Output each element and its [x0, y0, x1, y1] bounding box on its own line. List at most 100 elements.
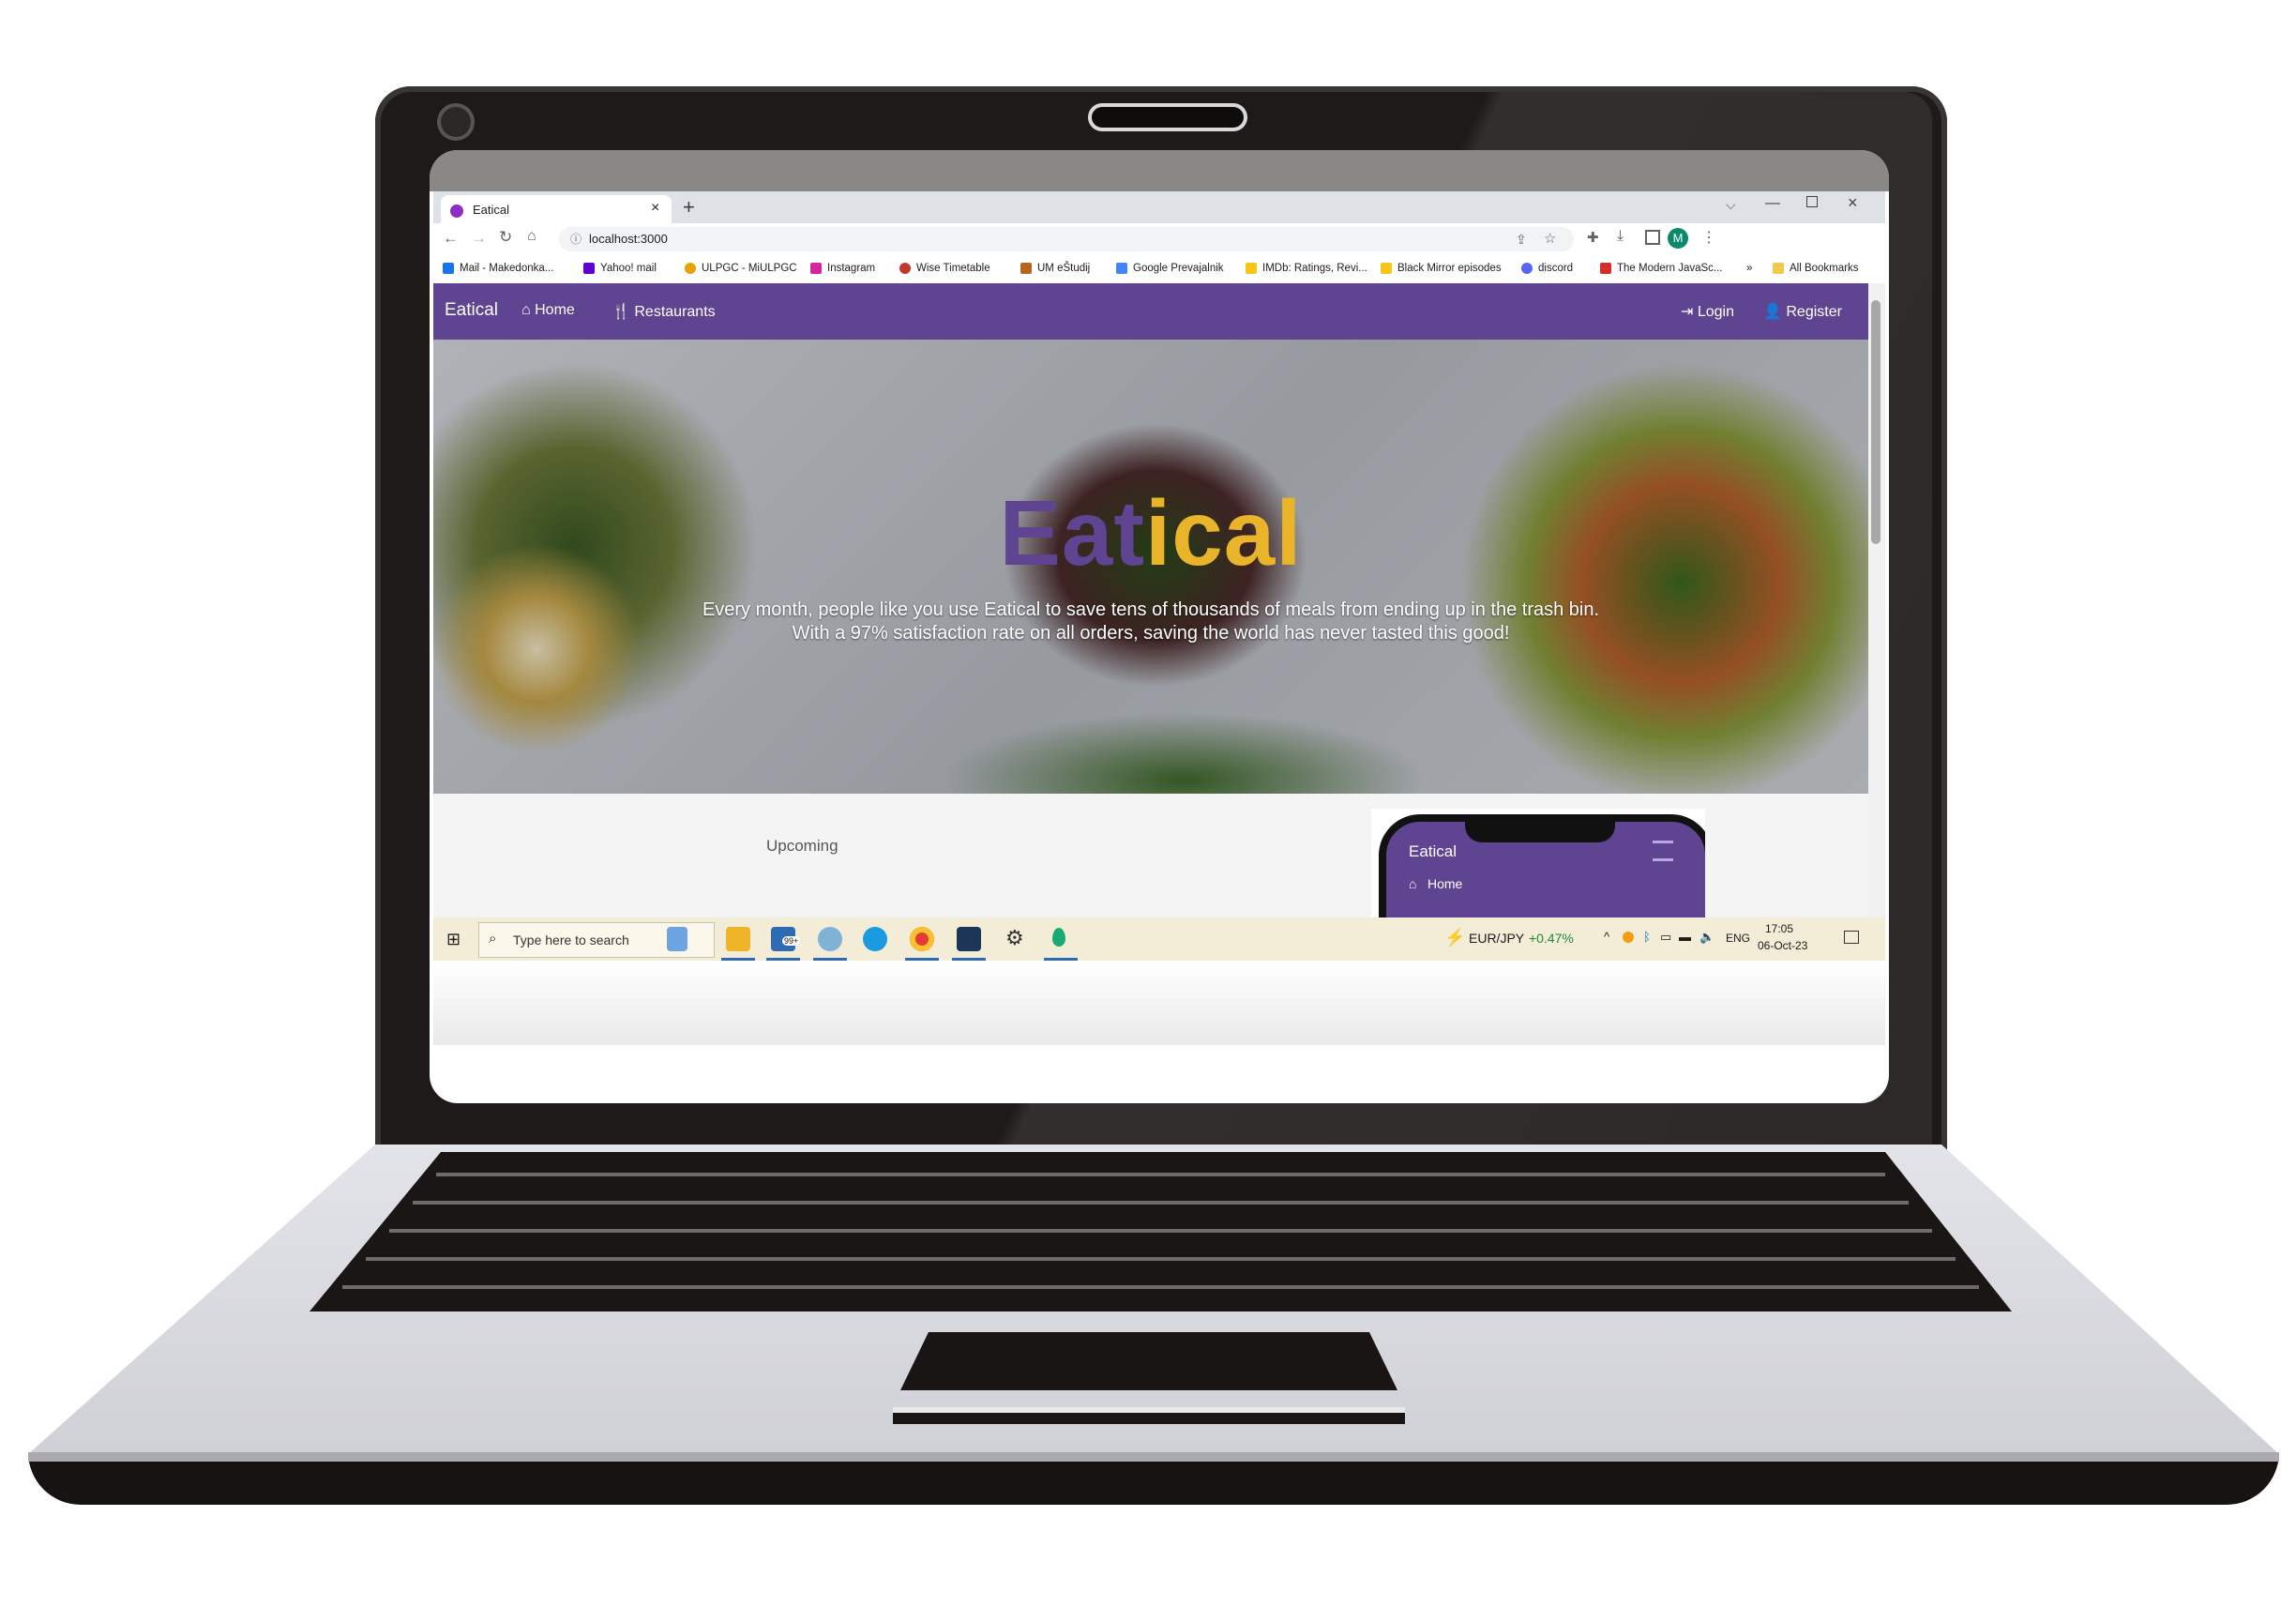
- bookmark-item[interactable]: UM eŠtudij: [1020, 263, 1090, 274]
- home-icon[interactable]: ⌂: [527, 228, 536, 245]
- vertical-scroll-thumb[interactable]: [1871, 300, 1881, 544]
- pinwheel-app-icon[interactable]: [818, 927, 842, 951]
- taskbar-search[interactable]: ⌕ Type here to search: [478, 922, 715, 958]
- ticker-icon[interactable]: ⚡: [1444, 928, 1465, 948]
- downloads-icon[interactable]: ⤓: [1617, 228, 1624, 245]
- mail-badge: 99+: [782, 936, 801, 946]
- windows-start-icon[interactable]: ⊞: [446, 930, 461, 949]
- language-indicator[interactable]: ENG: [1726, 932, 1750, 945]
- nav-restaurants[interactable]: 🍴 Restaurants: [612, 302, 716, 321]
- mail-icon: [443, 263, 454, 274]
- bookmark-label: IMDb: Ratings, Revi...: [1262, 263, 1367, 275]
- nav-login[interactable]: ⇥ Login: [1681, 302, 1734, 321]
- bluetooth-icon[interactable]: ᛒ: [1643, 930, 1651, 944]
- site-navbar: Eatical ⌂ Home 🍴 Restaurants ⇥ Login 👤 R…: [433, 283, 1868, 340]
- nav-register-label: Register: [1786, 304, 1842, 320]
- nav-home[interactable]: ⌂ Home: [521, 302, 575, 319]
- bookmark-label: Google Prevajalnik: [1133, 263, 1224, 275]
- javascript-icon: [1600, 263, 1611, 274]
- phone-notch: [1465, 814, 1615, 842]
- key-row-divider: [366, 1257, 1956, 1261]
- screen-lower-area: [433, 961, 1885, 1045]
- bookmark-item[interactable]: Instagram: [810, 263, 875, 274]
- bookmark-item[interactable]: discord: [1521, 263, 1573, 274]
- tab-favicon: [450, 203, 463, 218]
- share-icon[interactable]: ⇪: [1516, 227, 1527, 251]
- translate-icon: [1116, 263, 1127, 274]
- show-hidden-icons-icon[interactable]: ^: [1604, 930, 1609, 944]
- bookmark-star-icon[interactable]: ☆: [1544, 227, 1556, 251]
- reload-icon[interactable]: ↻: [499, 228, 512, 247]
- clock-date[interactable]: 06-Oct-23: [1758, 939, 1807, 952]
- clock-time[interactable]: 17:05: [1765, 922, 1793, 935]
- kebab-menu-icon[interactable]: ⋮: [1701, 228, 1716, 247]
- bookmark-item[interactable]: IMDb: Ratings, Revi...: [1246, 263, 1367, 274]
- tab-strip: Eatical × + ⌵ — ×: [433, 191, 1885, 223]
- forward-icon[interactable]: →: [471, 229, 487, 248]
- instagram-icon: [810, 263, 822, 274]
- chrome-icon[interactable]: [910, 927, 934, 951]
- nav-restaurants-label: Restaurants: [634, 304, 716, 320]
- settings-gear-icon[interactable]: ⚙: [1005, 926, 1024, 950]
- mongodb-icon[interactable]: [1052, 928, 1065, 947]
- folder-icon: [1773, 263, 1784, 274]
- bookmark-item[interactable]: Black Mirror episodes: [1381, 263, 1502, 274]
- yahoo-icon: [583, 263, 595, 274]
- bookmark-item[interactable]: Google Prevajalnik: [1116, 263, 1224, 274]
- nav-register[interactable]: 👤 Register: [1763, 302, 1842, 321]
- close-window-icon[interactable]: ×: [1848, 193, 1858, 213]
- key-row-divider: [342, 1285, 1979, 1289]
- ticker-change: +0.47%: [1529, 931, 1574, 946]
- restore-icon[interactable]: [1806, 196, 1818, 207]
- close-tab-icon[interactable]: ×: [651, 200, 659, 217]
- bookmarks-overflow-icon[interactable]: »: [1746, 263, 1752, 274]
- ticker-symbol[interactable]: EUR/JPY: [1469, 931, 1524, 946]
- all-bookmarks-label: All Bookmarks: [1790, 263, 1859, 275]
- profile-avatar[interactable]: M: [1668, 228, 1688, 249]
- side-panel-icon[interactable]: [1645, 230, 1660, 245]
- bookmark-item[interactable]: The Modern JavaSc...: [1600, 263, 1723, 274]
- notifications-icon[interactable]: [1844, 931, 1859, 944]
- bookmark-item[interactable]: ULPGC - MiULPGC: [685, 263, 797, 274]
- all-bookmarks[interactable]: All Bookmarks: [1773, 263, 1859, 274]
- minimize-icon[interactable]: —: [1765, 195, 1780, 212]
- nav-home-label: Home: [535, 302, 575, 318]
- tab-eatical[interactable]: Eatical ×: [441, 195, 672, 223]
- bookmark-label: Black Mirror episodes: [1397, 263, 1502, 275]
- hero-subtitle-line2: With a 97% satisfaction rate on all orde…: [792, 623, 1510, 644]
- bookmark-label: Wise Timetable: [916, 263, 990, 275]
- hero-title: Eatical: [433, 480, 1868, 586]
- nav-login-label: Login: [1697, 304, 1735, 320]
- new-tab-icon[interactable]: +: [683, 195, 695, 220]
- bookmark-item[interactable]: Mail - Makedonka...: [443, 263, 553, 274]
- tab-search-chevron-icon[interactable]: ⌵: [1726, 197, 1736, 213]
- hero-subtitle-line1: Every month, people like you use Eatical…: [702, 599, 1600, 620]
- hamburger-menu-icon: [1653, 841, 1673, 861]
- bookmark-item[interactable]: Wise Timetable: [899, 263, 990, 274]
- bookmark-label: The Modern JavaSc...: [1617, 263, 1723, 275]
- tab-title: Eatical: [473, 203, 510, 217]
- webcam-icon: [437, 103, 475, 141]
- login-icon: ⇥: [1681, 304, 1698, 320]
- vertical-scrollbar[interactable]: [1868, 283, 1885, 946]
- brand-link[interactable]: Eatical: [445, 300, 498, 321]
- display-icon[interactable]: ▭: [1660, 930, 1671, 945]
- laptop-base-lip: [28, 1452, 2279, 1462]
- edge-icon[interactable]: [863, 927, 887, 951]
- file-explorer-icon[interactable]: [726, 927, 750, 951]
- bookmarks-bar: Mail - Makedonka... Yahoo! mail ULPGC - …: [433, 255, 1885, 284]
- tray-app-icon[interactable]: [1623, 932, 1634, 943]
- page-viewport: Eatical ⌂ Home 🍴 Restaurants ⇥ Login 👤 R…: [433, 283, 1868, 946]
- site-info-icon[interactable]: ⓘ: [570, 227, 582, 251]
- battery-icon[interactable]: ▬: [1679, 930, 1691, 944]
- webstorm-icon[interactable]: [957, 927, 981, 951]
- back-icon[interactable]: ←: [443, 229, 459, 248]
- discord-icon: [1521, 263, 1533, 274]
- bookmark-label: discord: [1538, 263, 1574, 275]
- volume-icon[interactable]: 🔈: [1699, 930, 1714, 945]
- bookmark-item[interactable]: Yahoo! mail: [583, 263, 657, 274]
- laptop-keyboard: [310, 1152, 2012, 1311]
- address-bar[interactable]: ⓘ localhost:3000 ⇪ ☆: [559, 227, 1574, 251]
- extensions-icon[interactable]: ✚: [1587, 229, 1599, 246]
- bookmark-label: UM eŠtudij: [1037, 263, 1091, 275]
